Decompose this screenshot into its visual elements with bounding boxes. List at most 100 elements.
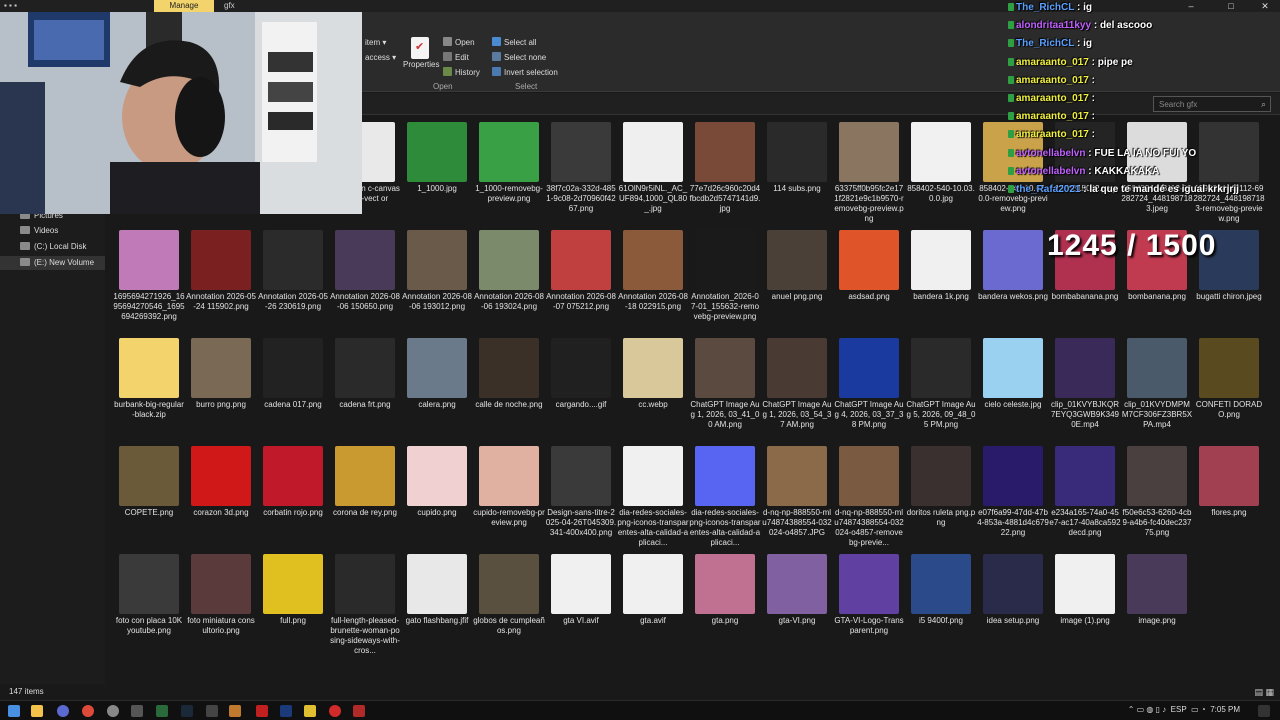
- file-item[interactable]: bandera wekos.png: [977, 228, 1049, 334]
- file-item[interactable]: cupido-removebg-preview.png: [473, 444, 545, 550]
- file-item[interactable]: anuel png.png: [761, 228, 833, 334]
- record-icon[interactable]: [329, 705, 341, 717]
- open-button[interactable]: Open: [443, 37, 475, 47]
- notification-icon[interactable]: [1258, 705, 1270, 717]
- file-item[interactable]: Annotation 2026-08-18 022915.png: [617, 228, 689, 334]
- file-item[interactable]: e07f6a99-47dd-47b4-853a-4881d4c67922.png: [977, 444, 1049, 550]
- select-none-button[interactable]: Select none: [492, 52, 546, 62]
- capture-icon[interactable]: [206, 705, 218, 717]
- chrome-icon[interactable]: [82, 705, 94, 717]
- file-item[interactable]: 63375ff0b95fc2e171f2821e9c1b9570-removeb…: [833, 120, 905, 226]
- file-item[interactable]: foto con placa 10K youtube.png: [113, 552, 185, 658]
- file-item[interactable]: Annotation 2026-05-26 230619.png: [257, 228, 329, 334]
- nav-item-new-volume[interactable]: (E:) New Volume: [0, 256, 105, 270]
- file-item[interactable]: 1_1000.jpg: [401, 120, 473, 226]
- ribbon-item-partial[interactable]: item ▾: [365, 38, 386, 47]
- file-item[interactable]: cadena frt.png: [329, 336, 401, 442]
- file-item[interactable]: ChatGPT Image Aug 1, 2026, 03_41_00 AM.p…: [689, 336, 761, 442]
- file-item[interactable]: Annotation_2026-07-01_155632-removebg-pr…: [689, 228, 761, 334]
- nav-item-local-disk[interactable]: (C:) Local Disk: [20, 242, 86, 251]
- file-item[interactable]: calera.png: [401, 336, 473, 442]
- file-item[interactable]: ChatGPT Image Aug 1, 2026, 03_54_37 AM.p…: [761, 336, 833, 442]
- edit-button[interactable]: Edit: [443, 52, 469, 62]
- file-item[interactable]: Annotation 2026-08-06 193024.png: [473, 228, 545, 334]
- system-tray[interactable]: ⌃ ▭ ◍ ▯ ♪ ESP ▭ ◔ 7:05 PM: [1128, 705, 1240, 714]
- file-item[interactable]: Annotation 2026-08-07 075212.png: [545, 228, 617, 334]
- invert-selection-button[interactable]: Invert selection: [492, 67, 558, 77]
- file-item[interactable]: cupido.png: [401, 444, 473, 550]
- file-item[interactable]: d-nq-np-888550-mlu74874388554-032024-o48…: [761, 444, 833, 550]
- file-item[interactable]: 114 subs.png: [761, 120, 833, 226]
- clock[interactable]: 7:05 PM: [1210, 705, 1240, 714]
- file-item[interactable]: COPETE.png: [113, 444, 185, 550]
- file-item[interactable]: cc.webp: [617, 336, 689, 442]
- file-item[interactable]: corona de rey.png: [329, 444, 401, 550]
- file-item[interactable]: idea setup.png: [977, 552, 1049, 658]
- file-item[interactable]: image (1).png: [1049, 552, 1121, 658]
- file-item[interactable]: 1_1000-removebg-preview.png: [473, 120, 545, 226]
- file-item[interactable]: corbatin rojo.png: [257, 444, 329, 550]
- file-item[interactable]: gta-VI.png: [761, 552, 833, 658]
- settings-icon[interactable]: [107, 705, 119, 717]
- file-item[interactable]: burbank-big-regular-black.zip: [113, 336, 185, 442]
- file-item[interactable]: foto miniatura consultorio.png: [185, 552, 257, 658]
- file-item[interactable]: 1695694271926_1695694270546_169569426939…: [113, 228, 185, 334]
- discord-icon[interactable]: [57, 705, 69, 717]
- file-item[interactable]: globos de cumpleaños.png: [473, 552, 545, 658]
- file-item[interactable]: 61OlN9r5iNL._AC_UF894,1000_QL80_.jpg: [617, 120, 689, 226]
- file-item[interactable]: Annotation 2026-05-24 115902.png: [185, 228, 257, 334]
- file-item[interactable]: asdsad.png: [833, 228, 905, 334]
- file-item[interactable]: 858402-540-10.03.0.0.jpg: [905, 120, 977, 226]
- nav-item-videos[interactable]: Videos: [20, 226, 58, 235]
- file-item[interactable]: Annotation 2026-08-06 193012.png: [401, 228, 473, 334]
- start-icon[interactable]: [8, 705, 20, 717]
- file-item[interactable]: 77e7d26c960c20d4fbcdb2d5747141d9.jpg: [689, 120, 761, 226]
- file-item[interactable]: d-nq-np-888550-mlu74874388554-032024-o48…: [833, 444, 905, 550]
- search-box[interactable]: Search gfx ⌕: [1153, 96, 1271, 112]
- app-icon[interactable]: [353, 705, 365, 717]
- file-item[interactable]: gato flashbang.jfif: [401, 552, 473, 658]
- file-item[interactable]: calle de noche.png: [473, 336, 545, 442]
- ribbon-access-partial[interactable]: access ▾: [365, 53, 396, 62]
- file-item[interactable]: gta.avif: [617, 552, 689, 658]
- file-item[interactable]: cielo celeste.jpg: [977, 336, 1049, 442]
- language-indicator[interactable]: ESP: [1171, 705, 1187, 714]
- properties-button[interactable]: Properties: [403, 60, 439, 69]
- app-icon[interactable]: [229, 705, 241, 717]
- file-item[interactable]: image.png: [1121, 552, 1193, 658]
- select-all-button[interactable]: Select all: [492, 37, 536, 47]
- file-item[interactable]: dia-redes-sociales-png-iconos-transparen…: [689, 444, 761, 550]
- view-toggle-icons[interactable]: ▤ ▦: [1254, 687, 1274, 698]
- file-item[interactable]: ChatGPT Image Aug 4, 2026, 03_37_38 PM.p…: [833, 336, 905, 442]
- manage-tab[interactable]: Manage: [154, 0, 214, 12]
- app-icon[interactable]: [131, 705, 143, 717]
- close-button[interactable]: ✕: [1250, 0, 1280, 12]
- minimize-button[interactable]: –: [1176, 0, 1206, 12]
- file-item[interactable]: full.png: [257, 552, 329, 658]
- properties-icon[interactable]: [411, 37, 429, 59]
- file-item[interactable]: cadena 017.png: [257, 336, 329, 442]
- history-button[interactable]: History: [443, 67, 480, 77]
- file-item[interactable]: gta.png: [689, 552, 761, 658]
- file-item[interactable]: cargando....gif: [545, 336, 617, 442]
- file-item[interactable]: GTA-VI-Logo-Transparent.png: [833, 552, 905, 658]
- file-item[interactable]: gta VI.avif: [545, 552, 617, 658]
- file-item[interactable]: f50e6c53-6260-4cb9-a4b6-fc40dec23775.png: [1121, 444, 1193, 550]
- app-icon[interactable]: [256, 705, 268, 717]
- file-item[interactable]: flores.png: [1193, 444, 1265, 550]
- file-item[interactable]: e234a165-74a0-45e7-ac17-40a8ca592decd.pn…: [1049, 444, 1121, 550]
- file-item[interactable]: burro png.png: [185, 336, 257, 442]
- file-item[interactable]: corazon 3d.png: [185, 444, 257, 550]
- file-item[interactable]: bandera 1k.png: [905, 228, 977, 334]
- file-explorer-icon[interactable]: [31, 705, 43, 717]
- file-item[interactable]: Design-sans-titre-2025-04-26T045309.341-…: [545, 444, 617, 550]
- file-item[interactable]: i5 9400f.png: [905, 552, 977, 658]
- file-item[interactable]: doritos ruleta png.png: [905, 444, 977, 550]
- file-item[interactable]: ChatGPT Image Aug 5, 2026, 09_48_05 PM.p…: [905, 336, 977, 442]
- file-item[interactable]: clip_01KVYDMPMM7CF306FZ3BR5XPA.mp4: [1121, 336, 1193, 442]
- file-item[interactable]: 38f7c02a-332d-4851-9c08-2d70960f4267.png: [545, 120, 617, 226]
- file-item[interactable]: Annotation 2026-08-06 150650.png: [329, 228, 401, 334]
- file-item[interactable]: 1594324443112-69282724_4481987183-remove…: [1193, 120, 1265, 226]
- maximize-button[interactable]: □: [1216, 0, 1246, 12]
- file-item[interactable]: dia-redes-sociales-png-iconos-transparen…: [617, 444, 689, 550]
